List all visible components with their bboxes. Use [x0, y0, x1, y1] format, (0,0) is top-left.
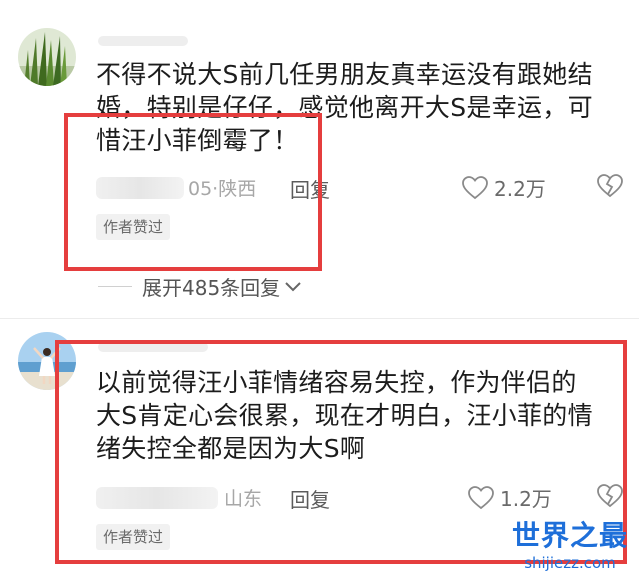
- avatar[interactable]: [18, 28, 76, 86]
- watermark-url: shijiezz.com: [524, 554, 616, 572]
- watermark-title: 世界之最: [511, 519, 628, 552]
- like-count: 2.2万: [494, 177, 546, 201]
- expand-label: 展开485条回复: [142, 276, 281, 300]
- expand-replies-button[interactable]: 展开485条回复: [98, 272, 302, 301]
- username-placeholder[interactable]: [98, 36, 188, 46]
- expand-line: [98, 286, 132, 287]
- comment-divider: [0, 318, 639, 319]
- watermark: 世界之最 shijiezz.com: [508, 514, 632, 572]
- chevron-down-icon: [285, 281, 301, 291]
- like-button[interactable]: 2.2万: [462, 173, 546, 202]
- heart-icon: [462, 175, 488, 199]
- grass-icon: [18, 28, 76, 86]
- comment-line: 不得不说大S前几任男朋友真幸运没有跟她结: [96, 60, 593, 89]
- broken-heart-icon: [597, 174, 623, 198]
- dislike-button[interactable]: [597, 174, 623, 202]
- highlight-box: [64, 113, 322, 271]
